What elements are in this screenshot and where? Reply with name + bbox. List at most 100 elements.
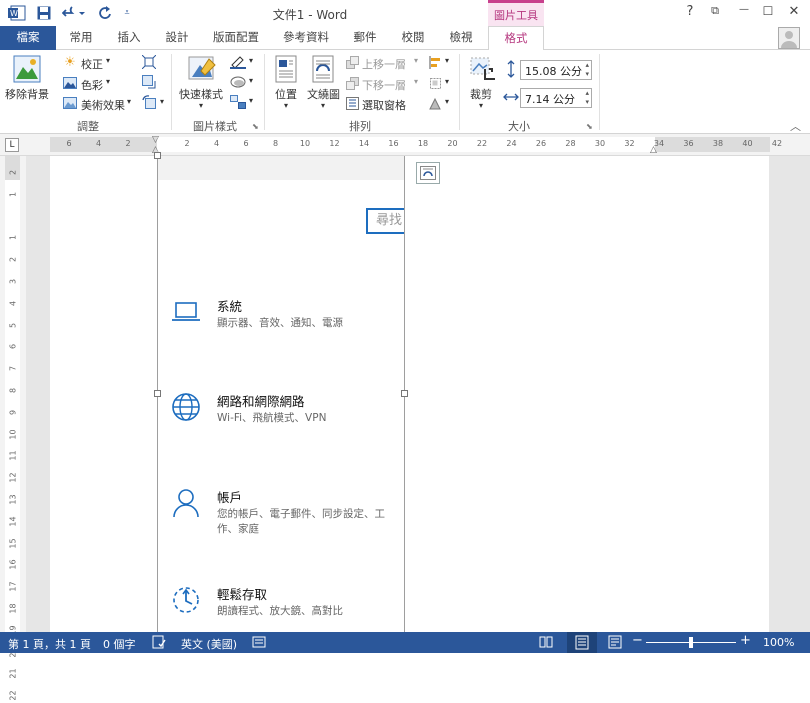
size-dialog-launcher-icon[interactable]: ⬊ <box>586 122 593 131</box>
color-button[interactable]: 色彩 <box>81 77 103 93</box>
height-input[interactable]: 15.08 公分 ▴ ▾ <box>520 60 592 80</box>
wrap-text-dropdown-icon[interactable]: ▾ <box>321 101 325 110</box>
read-mode-icon[interactable] <box>539 635 553 652</box>
tab-format[interactable]: 格式 <box>488 26 544 51</box>
print-layout-icon[interactable] <box>567 632 597 653</box>
language-indicator[interactable]: 英文 (美國) <box>181 636 237 652</box>
corrections-button[interactable]: 校正 <box>81 56 103 72</box>
send-backward-button[interactable]: 下移一層 <box>362 77 406 93</box>
send-backward-icon[interactable] <box>345 76 359 90</box>
tab-home[interactable]: 常用 <box>58 26 104 50</box>
help-button[interactable]: ? <box>679 4 701 22</box>
reset-dropdown-icon[interactable]: ▾ <box>160 97 164 106</box>
color-icon[interactable] <box>62 76 78 90</box>
picture-layout-dropdown-icon[interactable]: ▾ <box>249 96 253 105</box>
corrections-dropdown-icon[interactable]: ▾ <box>106 56 110 65</box>
picture-layout-icon[interactable] <box>229 94 247 110</box>
artistic-dropdown-icon[interactable]: ▾ <box>127 97 131 106</box>
inserted-picture[interactable]: 尋找 系統 顯示器、音效、通知、電源 網路和網際網路 Wi-Fi、飛航模式、VP… <box>157 156 405 632</box>
artistic-effects-icon[interactable] <box>62 96 78 110</box>
position-button[interactable]: 位置 <box>275 86 297 102</box>
word-count[interactable]: 0 個字 <box>103 636 136 652</box>
picture-border-dropdown-icon[interactable]: ▾ <box>249 56 253 65</box>
adjust-group-label: 調整 <box>77 120 99 133</box>
group-dropdown-icon[interactable]: ▾ <box>445 77 449 86</box>
crop-icon[interactable] <box>467 54 497 84</box>
collapse-ribbon-icon[interactable]: ︿ <box>790 118 801 134</box>
zoom-out-icon[interactable]: − <box>632 633 643 648</box>
minimize-button[interactable]: — <box>733 4 755 22</box>
proofing-icon[interactable] <box>152 635 166 652</box>
crop-dropdown-icon[interactable]: ▾ <box>479 101 483 110</box>
compress-pictures-icon[interactable] <box>141 54 157 70</box>
bring-forward-icon[interactable] <box>345 55 359 69</box>
align-dropdown-icon[interactable]: ▾ <box>445 56 449 65</box>
quick-styles-dropdown-icon[interactable]: ▾ <box>199 101 203 110</box>
macro-record-icon[interactable] <box>252 635 266 652</box>
tab-layout[interactable]: 版面配置 <box>202 26 270 50</box>
rotate-dropdown-icon[interactable]: ▾ <box>445 97 449 106</box>
bring-forward-button[interactable]: 上移一層 <box>362 56 406 72</box>
rotate-icon[interactable] <box>428 96 442 110</box>
tab-references[interactable]: 參考資料 <box>272 26 340 50</box>
title-bar: W ⩡ 文件1 - Word 圖片工具 ? ⧉ — ☐ ✕ <box>0 0 810 26</box>
ruler-tick-label: 14 <box>8 516 18 527</box>
tab-selector[interactable]: L <box>5 138 19 152</box>
wrap-text-button[interactable]: 文繞圖 <box>307 86 340 102</box>
right-indent-icon[interactable]: △ <box>650 145 657 155</box>
remove-background-button[interactable]: 移除背景 <box>5 86 49 102</box>
selection-pane-icon[interactable] <box>345 96 359 110</box>
tab-mailings[interactable]: 郵件 <box>342 26 388 50</box>
resize-handle-top-left[interactable] <box>154 152 161 159</box>
picture-effects-icon[interactable] <box>229 74 247 90</box>
page-count[interactable]: 第 1 頁，共 1 頁 <box>8 636 91 652</box>
maximize-button[interactable]: ☐ <box>757 4 779 22</box>
artistic-effects-button[interactable]: 美術效果 <box>81 97 125 113</box>
tab-review[interactable]: 校閱 <box>390 26 436 50</box>
width-input[interactable]: 7.14 公分 ▴ ▾ <box>520 88 592 108</box>
change-picture-icon[interactable] <box>141 74 157 90</box>
tab-view[interactable]: 檢視 <box>438 26 484 50</box>
ribbon-display-button[interactable]: ⧉ <box>704 4 726 22</box>
color-dropdown-icon[interactable]: ▾ <box>106 77 110 86</box>
align-icon[interactable] <box>428 55 442 69</box>
resize-handle-right[interactable] <box>401 390 408 397</box>
avatar[interactable] <box>778 27 800 49</box>
horizontal-ruler[interactable]: L 6 4 2 2 4 6 8 10 12 14 16 18 20 22 24 26 28 30 32 34 36 38 4… <box>0 134 810 156</box>
first-line-indent-icon[interactable]: ▽ <box>152 135 159 145</box>
position-icon[interactable] <box>273 54 299 84</box>
wrap-text-icon[interactable] <box>310 54 336 84</box>
tab-file[interactable]: 檔案 <box>0 26 56 50</box>
width-icon <box>503 88 519 106</box>
height-spinner-icon[interactable]: ▴ ▾ <box>585 61 589 79</box>
status-bar: 第 1 頁，共 1 頁 0 個字 英文 (美國) − + 100% <box>0 632 810 653</box>
resize-handle-left[interactable] <box>154 390 161 397</box>
tab-insert[interactable]: 插入 <box>106 26 152 50</box>
ruler-tick-label: 10 <box>8 429 18 440</box>
group-objects-icon[interactable] <box>428 76 442 90</box>
bring-forward-dropdown-icon[interactable]: ▾ <box>414 56 418 65</box>
web-layout-icon[interactable] <box>608 635 622 652</box>
reset-picture-icon[interactable] <box>141 94 157 110</box>
styles-dialog-launcher-icon[interactable]: ⬊ <box>252 122 259 131</box>
quick-styles-button[interactable]: 快速樣式 <box>179 86 223 102</box>
remove-background-icon[interactable] <box>12 54 42 84</box>
selection-pane-button[interactable]: 選取窗格 <box>362 97 406 113</box>
crop-button[interactable]: 裁剪 <box>470 86 492 102</box>
zoom-slider[interactable] <box>646 632 736 653</box>
zoom-thumb[interactable] <box>689 637 693 648</box>
corrections-icon[interactable]: ☀ <box>62 55 78 70</box>
tab-design[interactable]: 設計 <box>154 26 200 50</box>
zoom-in-icon[interactable]: + <box>740 633 751 648</box>
position-dropdown-icon[interactable]: ▾ <box>284 101 288 110</box>
send-backward-dropdown-icon[interactable]: ▾ <box>414 77 418 86</box>
vertical-ruler[interactable]: 2112345678910111213141516171819202122 <box>0 156 26 701</box>
width-value: 7.14 公分 <box>525 93 575 106</box>
picture-border-icon[interactable] <box>229 54 247 70</box>
picture-effects-dropdown-icon[interactable]: ▾ <box>249 76 253 85</box>
layout-options-icon[interactable] <box>416 162 440 184</box>
zoom-level[interactable]: 100% <box>763 636 794 649</box>
close-button[interactable]: ✕ <box>783 4 805 22</box>
width-spinner-icon[interactable]: ▴ ▾ <box>585 89 589 107</box>
quick-styles-icon[interactable] <box>186 54 218 84</box>
